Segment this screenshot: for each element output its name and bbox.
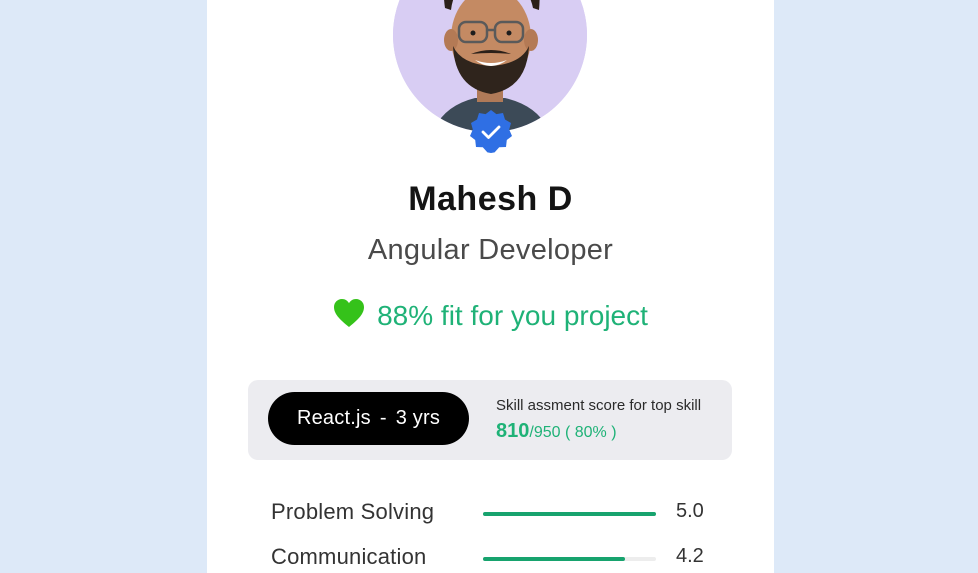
profile-card: Mahesh D Angular Developer 88% fit for y… — [207, 0, 774, 573]
metric-label: Communication — [271, 544, 427, 569]
skill-score: 810/950 ( 80% ) — [496, 420, 617, 443]
developer-name: Mahesh D — [408, 180, 573, 218]
top-skill-experience: 3 yrs — [395, 407, 441, 429]
top-skill-panel: React.js - 3 yrs Skill assment score for… — [248, 380, 732, 460]
metric-value: 5.0 — [676, 500, 704, 522]
fit-score-text: 88% fit for you project — [377, 300, 648, 331]
metric-value: 4.2 — [676, 545, 704, 567]
verified-badge-icon — [470, 110, 512, 153]
metric-bar-fill — [483, 512, 656, 516]
score-caption: Skill assment score for top skill — [496, 397, 702, 414]
top-skill-chip[interactable]: React.js - 3 yrs — [268, 392, 469, 445]
metric-row: Problem Solving 5.0 — [271, 499, 711, 529]
developer-role: Angular Developer — [367, 234, 614, 266]
metric-label: Problem Solving — [271, 499, 435, 524]
skill-score-value: 810 — [496, 420, 530, 442]
metric-bar-track — [483, 557, 656, 561]
top-skill-separator: - — [379, 407, 387, 429]
fit-score-row: 88% fit for you project — [207, 299, 774, 332]
metric-bar-fill — [483, 557, 625, 561]
metric-row: Communication 4.2 — [271, 544, 711, 573]
metric-bar-track — [483, 512, 656, 516]
skill-score-total: /950 ( 80% ) — [529, 424, 617, 441]
top-skill-name: React.js — [296, 407, 371, 429]
heart-icon — [334, 299, 365, 327]
